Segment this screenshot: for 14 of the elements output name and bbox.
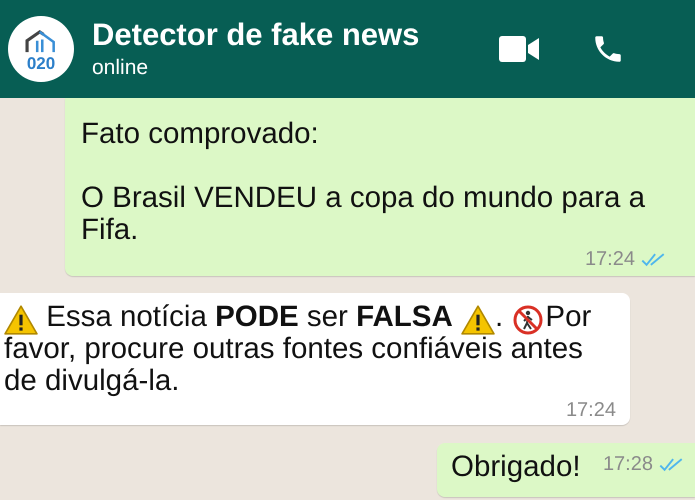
no-pedestrians-icon xyxy=(511,305,546,335)
warning-icon xyxy=(460,305,495,335)
contact-avatar[interactable]: 020 xyxy=(8,16,74,82)
message-time: 17:24 xyxy=(584,248,635,270)
message-time: 17:28 xyxy=(602,453,653,475)
video-call-icon[interactable] xyxy=(499,36,539,62)
message-time: 17:24 xyxy=(566,399,616,421)
avatar-logo-text: 020 xyxy=(26,55,56,73)
message-text: Essa notícia PODE ser FALSA . Por favor, procure outras fontes confiáveis antes de divulgá-la. xyxy=(4,301,592,397)
contact-status: online xyxy=(92,55,150,81)
contact-name: Detector de fake news xyxy=(92,17,420,53)
warning-icon xyxy=(4,305,38,335)
message-text: Obrigado! xyxy=(451,451,581,483)
message-text: Fato comprovado: O Brasil VENDEU a copa do mundo para a Fifa. xyxy=(81,118,646,246)
